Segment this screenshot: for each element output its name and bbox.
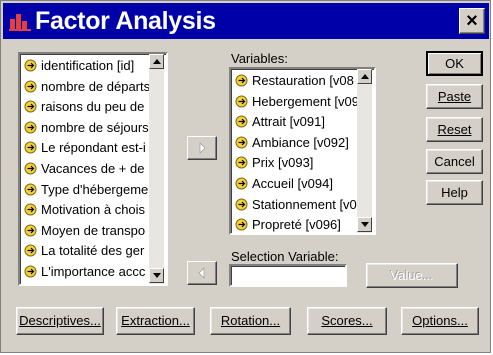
extraction-label: Extraction... <box>121 313 190 328</box>
factor-analysis-icon <box>9 14 31 31</box>
list-item-label: nombre de séjours <box>41 119 149 135</box>
list-item-label: L'importance accc <box>41 264 146 279</box>
list-item[interactable]: Ambiance [v092] <box>235 133 349 152</box>
scroll-up-arrow-icon <box>361 74 369 79</box>
list-item-label: Ambiance [v092] <box>252 134 349 150</box>
cancel-button[interactable]: Cancel <box>426 149 483 174</box>
scale-variable-icon <box>24 121 37 134</box>
list-item[interactable]: Prix [v093] <box>235 153 313 172</box>
scale-variable-icon <box>24 203 37 216</box>
selection-variable-label: Selection Variable: <box>231 249 339 264</box>
list-item-label: Accueil [v094] <box>252 176 333 191</box>
list-item[interactable]: L'importance accc <box>24 262 145 281</box>
scroll-down-arrow-icon <box>153 273 161 278</box>
variables-label: Variables: <box>231 51 288 66</box>
arrow-right-icon <box>199 142 206 154</box>
list-item-label: identification [id] <box>41 58 135 73</box>
scale-variable-icon <box>24 100 37 113</box>
list-item[interactable]: Vacances de + de <box>24 159 144 178</box>
list-item-label: Motivation à chois <box>41 202 146 218</box>
scale-variable-icon <box>235 95 248 108</box>
list-item[interactable]: nombre de départs <box>24 77 150 96</box>
paste-button[interactable]: Paste <box>426 84 483 109</box>
window-title: Factor Analysis <box>35 7 216 35</box>
list-item-label: Vacances de + de <box>41 161 145 176</box>
help-button[interactable]: Help <box>426 180 483 205</box>
variables-scroll-up-button[interactable] <box>357 69 372 84</box>
scale-variable-icon <box>235 177 248 190</box>
list-item[interactable]: identification [id] <box>24 56 134 75</box>
scroll-down-button[interactable] <box>149 268 164 283</box>
selection-variable-field[interactable] <box>229 264 347 287</box>
scale-variable-icon <box>24 80 37 93</box>
rotation-button[interactable]: Rotation... <box>210 307 291 335</box>
rotation-label: Rotation... <box>220 313 281 328</box>
scale-variable-icon <box>24 162 37 175</box>
scale-variable-icon <box>24 265 37 278</box>
scale-variable-icon <box>24 59 37 72</box>
list-item[interactable]: Motivation à chois <box>24 200 145 219</box>
list-item[interactable]: Stationnement [v0 <box>235 195 357 214</box>
source-list-scrollbar[interactable] <box>149 54 164 284</box>
list-item-label: Prix [v093] <box>252 155 314 171</box>
scale-variable-icon <box>235 198 248 211</box>
scores-button[interactable]: Scores... <box>307 307 387 335</box>
list-item[interactable]: Hebergement [v09 <box>235 92 359 111</box>
list-item-label: Moyen de transpo <box>41 222 146 238</box>
close-button[interactable]: × <box>459 8 485 34</box>
list-item-label: Le répondant est-i <box>41 140 146 156</box>
list-item-label: nombre de départs <box>41 78 151 94</box>
factor-analysis-dialog: Factor Analysis × identification [id] nom… <box>0 0 491 353</box>
list-item-label: raisons du peu de <box>41 99 145 115</box>
list-item[interactable]: Accueil [v094] <box>235 174 333 193</box>
variables-list-scrollbar[interactable] <box>357 69 372 233</box>
list-item[interactable]: Type d'hébergeme <box>24 180 148 199</box>
list-item-label: Propreté [v096] <box>252 217 341 233</box>
list-item-label: Hebergement [v09 <box>252 93 359 109</box>
paste-label: Paste <box>437 89 472 104</box>
scroll-up-arrow-icon <box>153 59 161 64</box>
scroll-up-button[interactable] <box>149 54 164 69</box>
scale-variable-icon <box>235 136 248 149</box>
scores-label: Scores... <box>321 313 373 328</box>
extraction-button[interactable]: Extraction... <box>116 307 195 335</box>
list-item[interactable]: nombre de séjours <box>24 118 149 137</box>
arrow-left-icon <box>198 267 205 279</box>
list-item-label: Stationnement [v0 <box>252 196 357 212</box>
variables-scroll-down-button[interactable] <box>357 217 372 232</box>
title-bar[interactable]: Factor Analysis × <box>3 3 489 39</box>
list-item-label: Attrait [v091] <box>252 114 325 130</box>
list-item[interactable]: Propreté [v096] <box>235 215 341 233</box>
list-item-label: La totalité des ger <box>41 243 145 259</box>
scale-variable-icon <box>235 74 248 87</box>
move-right-button[interactable] <box>187 136 217 160</box>
options-button[interactable]: Options... <box>401 307 479 335</box>
move-left-button[interactable] <box>187 261 217 285</box>
reset-button[interactable]: Reset <box>426 117 483 142</box>
list-item-label: Restauration [v08 <box>252 73 354 88</box>
list-item[interactable]: raisons du peu de <box>24 97 144 116</box>
list-item[interactable]: Le répondant est-i <box>24 138 146 157</box>
descriptives-button[interactable]: Descriptives... <box>16 307 104 335</box>
list-item[interactable]: Restauration [v08 <box>235 71 354 90</box>
scale-variable-icon <box>24 224 37 237</box>
scale-variable-icon <box>24 244 37 257</box>
scroll-down-arrow-icon <box>361 222 369 227</box>
value-button[interactable]: Value... <box>366 263 458 288</box>
reset-label: Reset <box>437 122 472 137</box>
scale-variable-icon <box>235 218 248 231</box>
variables-list[interactable]: Restauration [v08 Hebergement [v09 Attrait… <box>229 67 376 235</box>
ok-button[interactable]: OK <box>426 51 483 76</box>
scale-variable-icon <box>235 156 248 169</box>
scale-variable-icon <box>24 183 37 196</box>
options-label: Options... <box>412 313 468 328</box>
source-variable-list[interactable]: identification [id] nombre de départs rais… <box>18 52 168 286</box>
scale-variable-icon <box>235 115 248 128</box>
list-item-label: Type d'hébergeme <box>41 181 149 197</box>
scale-variable-icon <box>24 141 37 154</box>
list-item[interactable]: Moyen de transpo <box>24 221 145 240</box>
descriptives-label: Descriptives... <box>19 313 101 328</box>
list-item[interactable]: Attrait [v091] <box>235 112 325 131</box>
list-item[interactable]: La totalité des ger <box>24 241 144 260</box>
